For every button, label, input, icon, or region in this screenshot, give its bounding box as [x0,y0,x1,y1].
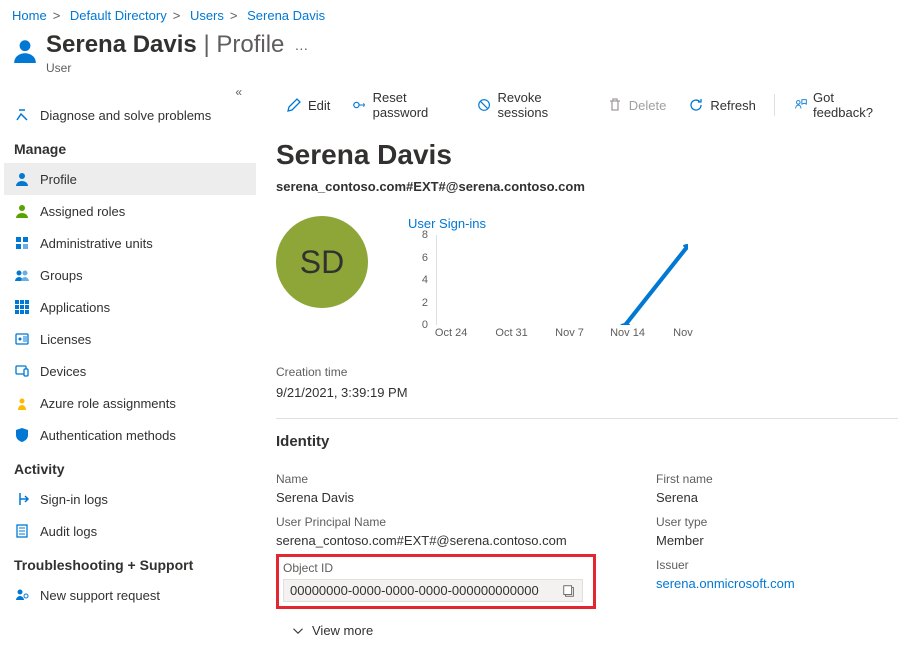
support-icon [14,587,30,603]
main-panel: Edit Reset password Revoke sessions Dele… [256,85,898,638]
identity-issuer-link[interactable]: serena.onmicrosoft.com [656,576,795,591]
apps-icon [14,299,30,315]
refresh-button[interactable]: Refresh [678,93,766,117]
sidebar-heading-manage: Manage [4,131,256,163]
breadcrumb-home[interactable]: Home [12,8,47,23]
feedback-icon [793,97,807,113]
identity-name-value: Serena Davis [276,490,596,505]
copy-icon[interactable] [562,584,576,598]
roles-icon [14,203,30,219]
identity-objectid-label: Object ID [283,561,589,575]
revoke-sessions-button[interactable]: Revoke sessions [467,86,594,124]
identity-firstname-value: Serena [656,490,898,505]
reset-password-button[interactable]: Reset password [342,86,465,124]
delete-button: Delete [597,93,677,117]
sidebar-item-licenses[interactable]: Licenses [4,323,256,355]
devices-icon [14,363,30,379]
identity-heading: Identity [276,433,898,450]
page-subtitle: User [46,61,284,75]
view-more-button[interactable]: View more [276,623,898,638]
sidebar-item-label: New support request [40,588,160,603]
identity-issuer-label: Issuer [656,558,898,572]
command-bar: Edit Reset password Revoke sessions Dele… [276,85,898,125]
sidebar-item-azure-roles[interactable]: Azure role assignments [4,387,256,419]
profile-display-name: Serena Davis [276,139,898,171]
profile-icon [14,171,30,187]
refresh-icon [688,97,704,113]
identity-usertype-label: User type [656,515,898,529]
breadcrumb-current[interactable]: Serena Davis [247,8,325,23]
sidebar-item-support[interactable]: New support request [4,579,256,611]
sidebar-item-audit-logs[interactable]: Audit logs [4,515,256,547]
identity-firstname-label: First name [656,472,898,486]
breadcrumb-directory[interactable]: Default Directory [70,8,167,23]
toolbar-separator [774,94,775,116]
pencil-icon [286,97,302,113]
diagnose-icon [14,107,30,123]
chevron-down-icon [292,625,304,637]
signin-logs-icon [14,491,30,507]
admin-units-icon [14,235,30,251]
sidebar-item-label: Administrative units [40,236,153,251]
creation-time-label: Creation time [276,365,898,379]
breadcrumb: Home> Default Directory> Users> Serena D… [0,0,898,27]
collapse-sidebar-button[interactable]: « [4,85,256,99]
sidebar-item-profile[interactable]: Profile [4,163,256,195]
objectid-highlight: Object ID 00000000-0000-0000-0000-000000… [276,554,596,609]
chart-plot-area [436,235,688,325]
sidebar: « Diagnose and solve problems Manage Pro… [0,85,256,638]
profile-avatar: SD [276,216,368,308]
sidebar-item-label: Azure role assignments [40,396,176,411]
sidebar-item-assigned-roles[interactable]: Assigned roles [4,195,256,227]
trash-icon [607,97,623,113]
sidebar-item-label: Profile [40,172,77,187]
breadcrumb-users[interactable]: Users [190,8,224,23]
section-divider [276,418,898,419]
signins-chart-title-link[interactable]: User Sign-ins [408,216,486,231]
creation-time-value: 9/21/2021, 3:39:19 PM [276,385,898,400]
sidebar-item-label: Licenses [40,332,91,347]
identity-name-label: Name [276,472,596,486]
sidebar-item-auth-methods[interactable]: Authentication methods [4,419,256,451]
sidebar-item-label: Diagnose and solve problems [40,108,211,123]
chart-xaxis: Oct 24 Oct 31 Nov 7 Nov 14 Nov [436,325,688,345]
sidebar-item-admin-units[interactable]: Administrative units [4,227,256,259]
page-header: Serena Davis | Profile User … [0,27,898,85]
sidebar-item-signin-logs[interactable]: Sign-in logs [4,483,256,515]
sidebar-item-label: Assigned roles [40,204,125,219]
user-icon [12,37,38,63]
page-title: Serena Davis | Profile [46,31,284,59]
identity-objectid-value: 00000000-0000-0000-0000-000000000000 [290,583,539,598]
azure-roles-icon [14,395,30,411]
identity-usertype-value: Member [656,533,898,548]
sidebar-item-applications[interactable]: Applications [4,291,256,323]
more-button[interactable]: … [294,31,309,53]
licenses-icon [14,331,30,347]
sidebar-item-label: Sign-in logs [40,492,108,507]
revoke-icon [477,97,491,113]
sidebar-item-label: Groups [40,268,83,283]
sidebar-heading-support: Troubleshooting + Support [4,547,256,579]
audit-logs-icon [14,523,30,539]
sidebar-item-diagnose[interactable]: Diagnose and solve problems [4,99,256,131]
profile-upn: serena_contoso.com#EXT#@serena.contoso.c… [276,179,898,194]
groups-icon [14,267,30,283]
chart-yaxis: 8 6 4 2 0 [408,235,432,325]
auth-methods-icon [14,427,30,443]
sidebar-item-label: Audit logs [40,524,97,539]
sidebar-item-label: Authentication methods [40,428,176,443]
signins-chart: User Sign-ins 8 6 4 2 0 [408,216,898,345]
identity-upn-label: User Principal Name [276,515,596,529]
key-icon [352,97,366,113]
sidebar-item-devices[interactable]: Devices [4,355,256,387]
sidebar-item-label: Applications [40,300,110,315]
sidebar-heading-activity: Activity [4,451,256,483]
feedback-button[interactable]: Got feedback? [783,86,898,124]
edit-button[interactable]: Edit [276,93,340,117]
sidebar-item-label: Devices [40,364,86,379]
sidebar-item-groups[interactable]: Groups [4,259,256,291]
identity-upn-value: serena_contoso.com#EXT#@serena.contoso.c… [276,533,596,548]
identity-objectid-field[interactable]: 00000000-0000-0000-0000-000000000000 [283,579,583,602]
